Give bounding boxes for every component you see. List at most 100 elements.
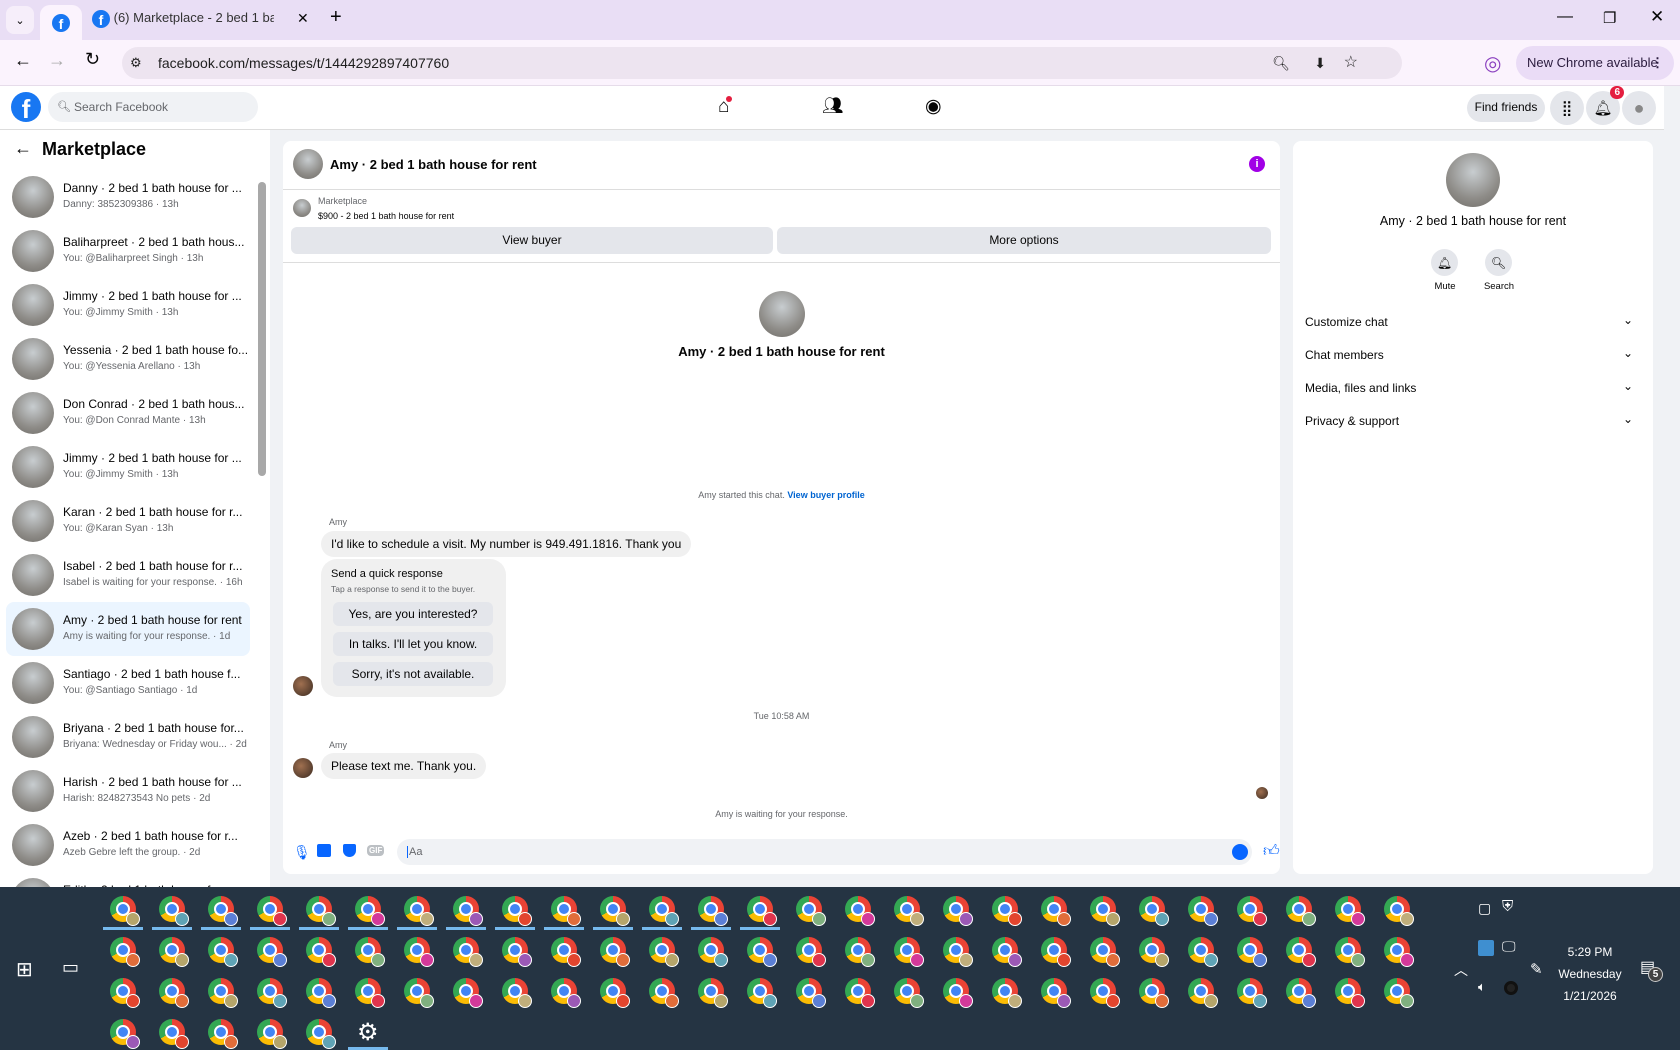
chat-list-item[interactable]: Yessenia · 2 bed 1 bath house fo... You: … — [6, 332, 250, 386]
chrome-profile-taskbar-icon[interactable] — [1335, 978, 1365, 1008]
chrome-profile-taskbar-icon[interactable] — [306, 978, 336, 1008]
chrome-profile-taskbar-icon[interactable] — [306, 1019, 336, 1049]
chrome-profile-taskbar-icon[interactable] — [1237, 978, 1267, 1008]
notifications-bell-icon[interactable]: 🔔︎ 6 — [1586, 86, 1624, 125]
quick-response-button[interactable]: Sorry, it's not available. — [333, 662, 493, 686]
sticker-icon[interactable] — [343, 844, 356, 857]
tab-pinned-facebook[interactable]: f — [40, 5, 82, 40]
chrome-profile-taskbar-icon[interactable] — [1188, 978, 1218, 1008]
chrome-profile-taskbar-icon[interactable] — [502, 937, 532, 967]
chrome-profile-taskbar-icon[interactable] — [1139, 978, 1169, 1008]
chrome-profile-taskbar-icon[interactable] — [1090, 937, 1120, 967]
gif-icon[interactable]: GIF — [367, 845, 385, 856]
chrome-profile-taskbar-icon[interactable] — [1139, 937, 1169, 967]
chrome-profile-taskbar-icon[interactable] — [1237, 896, 1267, 926]
media-files-links-row[interactable]: Media, files and links ⌄ — [1305, 379, 1641, 395]
chrome-profile-taskbar-icon[interactable] — [845, 937, 875, 967]
message-bubble[interactable]: I'd like to schedule a visit. My number … — [321, 531, 692, 557]
chrome-profile-taskbar-icon[interactable] — [1090, 978, 1120, 1008]
chrome-profile-taskbar-icon[interactable] — [1286, 937, 1316, 967]
chrome-profile-taskbar-icon[interactable] — [1286, 978, 1316, 1008]
info-icon[interactable]: i — [1249, 156, 1265, 172]
chrome-profile-taskbar-icon[interactable] — [747, 896, 777, 926]
chrome-profile-taskbar-icon[interactable] — [404, 896, 434, 926]
chrome-profile-taskbar-icon[interactable] — [1041, 896, 1071, 926]
site-settings-icon[interactable]: ⚙ — [130, 47, 142, 79]
scrollbar[interactable] — [258, 170, 266, 610]
quick-response-button[interactable]: In talks. I'll let you know. — [333, 632, 493, 656]
back-arrow-icon[interactable]: ← — [14, 138, 32, 159]
chrome-profile-taskbar-icon[interactable] — [1237, 937, 1267, 967]
page-scrollbar[interactable] — [1664, 86, 1680, 887]
chrome-profile-taskbar-icon[interactable] — [1139, 896, 1169, 926]
view-buyer-button[interactable]: View buyer — [291, 227, 773, 254]
chrome-profile-taskbar-icon[interactable] — [600, 937, 630, 967]
chrome-profile-taskbar-icon[interactable] — [894, 937, 924, 967]
sender-avatar[interactable] — [293, 758, 313, 778]
chrome-profile-taskbar-icon[interactable] — [943, 896, 973, 926]
home-icon[interactable]: ⌂ — [718, 96, 733, 118]
chrome-profile-taskbar-icon[interactable] — [257, 978, 287, 1008]
chrome-profile-taskbar-icon[interactable] — [845, 978, 875, 1008]
friends-icon[interactable]: 👥︎ — [822, 96, 844, 116]
camera-tray-icon[interactable]: ▢ — [1478, 900, 1491, 917]
install-app-icon[interactable]: ⬇ — [1314, 47, 1326, 79]
chrome-profile-taskbar-icon[interactable] — [257, 1019, 287, 1049]
chat-list-item[interactable]: Danny · 2 bed 1 bath house for ... Danny:… — [6, 170, 250, 224]
settings-gear-icon[interactable]: ⚙ — [357, 1018, 379, 1047]
chrome-profile-taskbar-icon[interactable] — [208, 978, 238, 1008]
chrome-profile-taskbar-icon[interactable] — [159, 1019, 189, 1049]
chrome-profile-taskbar-icon[interactable] — [551, 896, 581, 926]
message-bubble[interactable]: Please text me. Thank you. — [321, 753, 487, 779]
chrome-profile-taskbar-icon[interactable] — [159, 978, 189, 1008]
chrome-profile-taskbar-icon[interactable] — [257, 896, 287, 926]
mute-bell-icon[interactable]: 🔔︎ — [1431, 249, 1458, 276]
photo-icon[interactable] — [317, 844, 331, 857]
clock[interactable]: 5:29 PM Wednesday 1/21/2026 — [1555, 941, 1625, 1007]
microphone-icon[interactable]: 🎙︎ — [293, 844, 311, 861]
back-icon[interactable]: ← — [14, 50, 32, 71]
chrome-profile-taskbar-icon[interactable] — [1286, 896, 1316, 926]
restore-icon[interactable]: ❐ — [1603, 9, 1616, 27]
facebook-logo[interactable]: f — [11, 92, 41, 124]
chat-list-item[interactable]: Jimmy · 2 bed 1 bath house for ... You: @… — [6, 278, 250, 332]
chrome-profile-taskbar-icon[interactable] — [355, 978, 385, 1008]
chrome-profile-taskbar-icon[interactable] — [1041, 937, 1071, 967]
chrome-profile-taskbar-icon[interactable] — [257, 937, 287, 967]
chrome-profile-taskbar-icon[interactable] — [894, 896, 924, 926]
usb-tray-icon[interactable] — [1504, 981, 1518, 995]
windows-start-icon[interactable]: ⊞ — [16, 957, 33, 982]
search-icon[interactable]: 🔍︎ — [1485, 249, 1512, 276]
chrome-profile-taskbar-icon[interactable] — [894, 978, 924, 1008]
profile-icon[interactable]: ◎ — [1484, 51, 1501, 76]
chrome-profile-taskbar-icon[interactable] — [992, 937, 1022, 967]
chat-title[interactable]: Amy · 2 bed 1 bath house for rent — [330, 157, 537, 172]
chat-list-item[interactable]: Amy · 2 bed 1 bath house for rent Amy is … — [6, 602, 250, 656]
chrome-profile-taskbar-icon[interactable] — [943, 937, 973, 967]
volume-icon[interactable]: 🔈︎ — [1478, 979, 1486, 995]
chrome-profile-taskbar-icon[interactable] — [502, 896, 532, 926]
chrome-profile-taskbar-icon[interactable] — [110, 1019, 140, 1049]
chrome-profile-taskbar-icon[interactable] — [698, 896, 728, 926]
chrome-profile-taskbar-icon[interactable] — [649, 978, 679, 1008]
chrome-profile-taskbar-icon[interactable] — [992, 896, 1022, 926]
reload-icon[interactable]: ↻ — [85, 49, 100, 70]
chrome-profile-taskbar-icon[interactable] — [1188, 937, 1218, 967]
chrome-profile-taskbar-icon[interactable] — [796, 937, 826, 967]
chrome-profile-taskbar-icon[interactable] — [649, 937, 679, 967]
chrome-profile-taskbar-icon[interactable] — [502, 978, 532, 1008]
message-input[interactable]: Aa — [397, 839, 1252, 865]
chrome-profile-taskbar-icon[interactable] — [355, 896, 385, 926]
chrome-profile-taskbar-icon[interactable] — [306, 896, 336, 926]
chrome-profile-taskbar-icon[interactable] — [1090, 896, 1120, 926]
chrome-profile-taskbar-icon[interactable] — [845, 896, 875, 926]
chat-list-item[interactable]: Isabel · 2 bed 1 bath house for r... Isab… — [6, 548, 250, 602]
network-icon[interactable]: 🖵 — [1502, 938, 1516, 955]
security-warning-icon[interactable]: ⛨ — [1502, 898, 1513, 915]
chrome-profile-taskbar-icon[interactable] — [306, 937, 336, 967]
chat-list-item[interactable]: Karan · 2 bed 1 bath house for r... You: … — [6, 494, 250, 548]
chrome-profile-taskbar-icon[interactable] — [453, 978, 483, 1008]
new-tab-icon[interactable]: + — [330, 6, 342, 29]
account-avatar[interactable]: ● — [1622, 91, 1656, 125]
chat-list-item[interactable]: Baliharpreet · 2 bed 1 bath hous... You: … — [6, 224, 250, 278]
